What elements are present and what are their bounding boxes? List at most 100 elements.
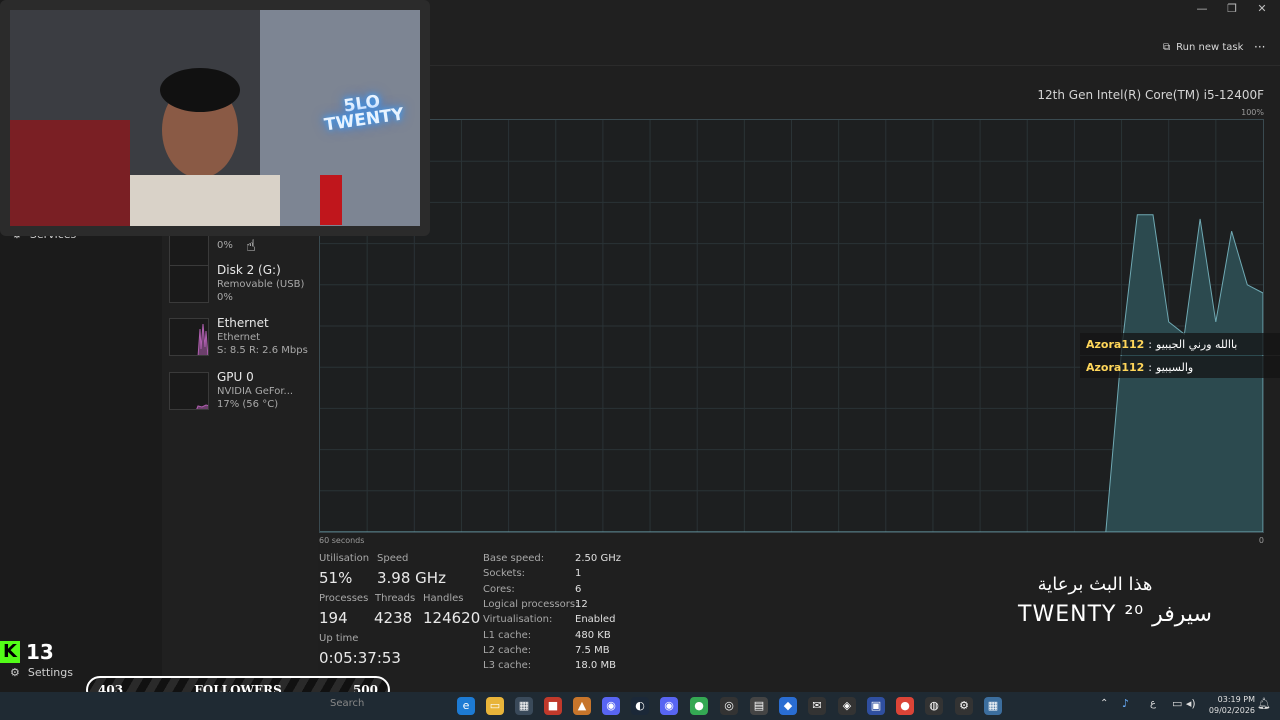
sponsor-line-1: هذا البث برعاية [1037,574,1153,595]
taskbar-clock[interactable]: 03:19 PM 09/02/2026 [1205,694,1255,716]
kick-logo-icon: K [0,641,20,663]
edge-icon[interactable]: e [457,697,475,715]
graph-time-label: 60 seconds [319,536,365,545]
cursor-icon: ☝ [246,236,256,255]
spec-value: 7.5 MB [575,645,610,656]
restore-button[interactable]: ❐ [1218,2,1246,18]
task-manager-icon[interactable]: ▦ [984,697,1002,715]
tray-language[interactable]: ع [1150,698,1156,709]
app-icon[interactable]: ◎ [720,697,738,715]
device-type: Removable (USB) [217,279,305,290]
close-button[interactable]: ✕ [1248,2,1276,18]
store-icon[interactable]: ▦ [515,697,533,715]
steam-icon[interactable]: ◐ [631,697,649,715]
utilisation-value: 51% [319,569,353,587]
spec-label: Base speed: [483,553,545,564]
device-name: Disk 2 (G:) [217,263,281,277]
app-icon[interactable]: ■ [544,697,562,715]
spec-label: L2 cache: [483,645,532,656]
run-new-task-button[interactable]: ⧉ Run new task [1163,42,1243,53]
device-value: 0% [217,240,233,251]
speed-label: Speed [377,553,409,564]
chat-user: Azora112 [1086,337,1145,351]
app-icon[interactable]: ▤ [750,697,768,715]
app-icon[interactable]: ✉ [808,697,826,715]
more-options-button[interactable]: ··· [1254,40,1265,54]
discord-icon[interactable]: ◉ [602,697,620,715]
nav-item-settings[interactable]: ⚙ Settings [10,666,73,679]
chat-user: Azora112 [1086,360,1145,374]
cpu-model-name: 12th Gen Intel(R) Core(TM) i5-12400F [1037,88,1264,102]
threads-label: Threads [375,593,416,604]
device-thumbnail [169,372,209,410]
notification-bell-icon[interactable]: 🔔︎ [1257,697,1271,710]
app-icon[interactable]: ▲ [573,697,591,715]
speed-value: 3.98 GHz [377,569,446,587]
device-type: NVIDIA GeFor... [217,386,294,397]
settings-icon: ⚙ [10,666,20,679]
spec-label: Cores: [483,584,515,595]
spec-value: 12 [575,599,588,610]
spec-value: 2.50 GHz [575,553,621,564]
device-thumbnail [169,318,209,356]
app-icon[interactable]: ◈ [838,697,856,715]
handles-value: 124620 [423,609,481,627]
threads-value: 4238 [374,609,413,627]
app-icon[interactable]: ◆ [779,697,797,715]
processes-label: Processes [319,593,369,604]
chat-text: باالله ورني الجيبيو [1156,337,1238,351]
cpu-chart-svg [320,120,1264,533]
uptime-label: Up time [319,633,359,644]
processes-value: 194 [319,609,348,627]
spec-label: L1 cache: [483,630,532,641]
run-task-icon: ⧉ [1163,42,1171,53]
clock-date: 09/02/2026 [1208,706,1255,715]
chrome-icon[interactable]: ● [690,697,708,715]
chat-separator: : [1148,337,1153,351]
graph-max-label: 100% [1241,108,1264,117]
spec-label: L3 cache: [483,660,532,671]
tray-chevron-icon[interactable]: ⌃ [1100,698,1108,709]
file-explorer-icon[interactable]: ▭ [486,697,504,715]
discord-icon[interactable]: ◉ [660,697,678,715]
chat-message: Azora112 : باالله ورني الجيبيو [1080,333,1280,355]
command-bar [318,0,1280,66]
device-value: 17% (56 °C) [217,399,279,410]
spec-value: 18.0 MB [575,660,616,671]
app-icon[interactable]: ▣ [867,697,885,715]
handles-label: Handles [423,593,464,604]
uptime-value: 0:05:37:53 [319,649,401,667]
device-item-disk2[interactable]: Disk 2 (G:) Removable (USB) 0% [169,263,319,309]
tray-network-icon[interactable]: ▭ ◂) [1172,697,1196,710]
device-name: GPU 0 [217,370,254,384]
device-value: 0% [217,292,233,303]
chrome-icon[interactable]: ● [896,697,914,715]
settings-gear-icon[interactable]: ⚙ [955,697,973,715]
spec-value: Enabled [575,614,616,625]
kick-viewer-count: K 13 [0,640,54,664]
utilisation-label: Utilisation [319,553,370,564]
tray-mic-icon[interactable]: ♪ [1122,697,1129,710]
spec-label: Virtualisation: [483,614,553,625]
taskbar-search[interactable]: Search [330,698,364,709]
device-item-ethernet[interactable]: Ethernet Ethernet S: 8.5 R: 2.6 Mbps [169,316,319,362]
device-value: S: 8.5 R: 2.6 Mbps [217,345,308,356]
chat-separator: : [1148,360,1153,374]
chat-message: Azora112 : والسيبيو [1080,356,1280,378]
spec-label: Logical processors: [483,599,579,610]
run-new-task-label: Run new task [1176,42,1244,53]
obs-icon[interactable]: ◍ [925,697,943,715]
spec-value: 480 KB [575,630,611,641]
cpu-utilisation-graph [319,119,1264,533]
minimize-button[interactable]: — [1188,2,1216,18]
device-type: Ethernet [217,332,261,343]
spec-value: 1 [575,568,582,579]
device-name: Ethernet [217,316,269,330]
spec-value: 6 [575,584,582,595]
nav-label-settings: Settings [27,666,73,679]
sponsor-line-2: TWENTY ²⁰ سيرفر [1018,602,1212,627]
device-item-gpu[interactable]: GPU 0 NVIDIA GeFor... 17% (56 °C) [169,370,319,416]
device-thumbnail [169,265,209,303]
graph-min-label: 0 [1258,536,1264,545]
spec-label: Sockets: [483,568,526,579]
